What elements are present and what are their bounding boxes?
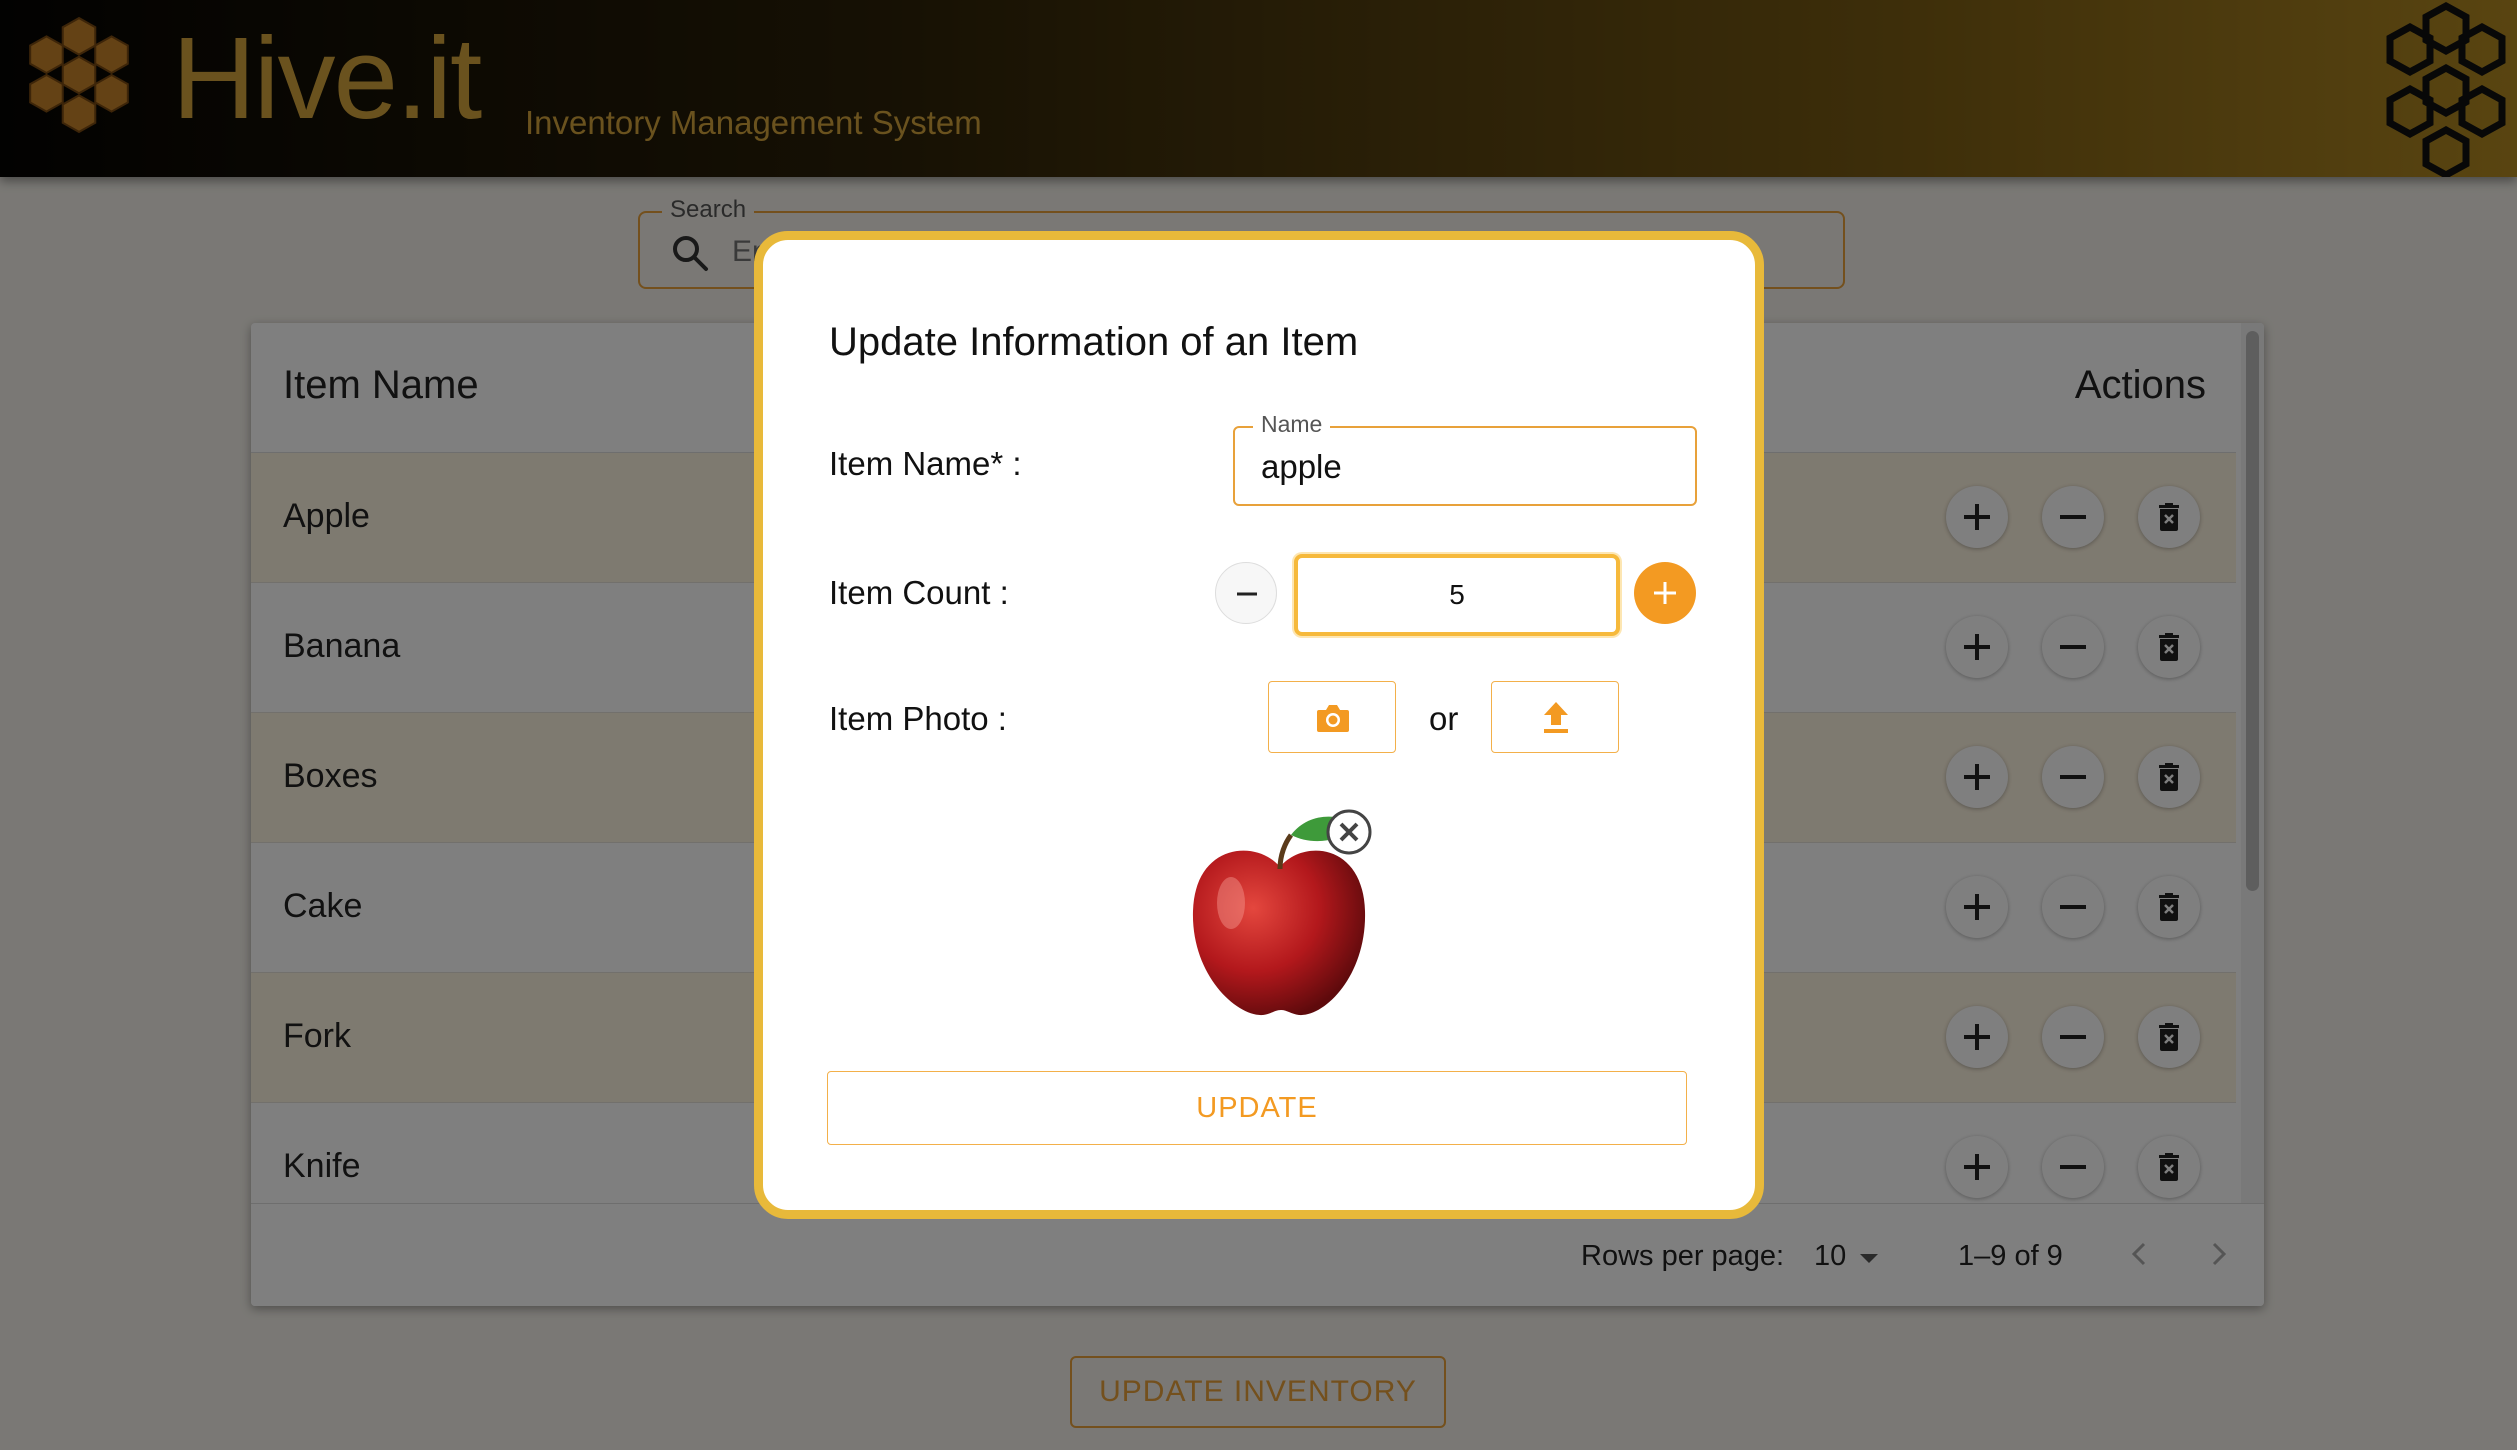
or-separator: or <box>1429 700 1459 737</box>
increment-count-button[interactable] <box>1634 562 1696 624</box>
dialog-title: Update Information of an Item <box>829 320 1359 364</box>
plus-icon <box>1654 582 1676 604</box>
camera-icon <box>1317 705 1349 732</box>
minus-icon <box>1237 592 1257 596</box>
update-button[interactable]: UPDATE <box>827 1071 1687 1145</box>
upload-photo-button[interactable] <box>1491 681 1619 753</box>
remove-photo-icon[interactable] <box>1323 806 1375 858</box>
item-photo-label: Item Photo : <box>829 700 1007 737</box>
update-item-dialog: Update Information of an Item Item Name*… <box>754 231 1764 1219</box>
name-input[interactable] <box>1259 444 1663 490</box>
item-count-label: Item Count : <box>829 574 1009 611</box>
take-photo-button[interactable] <box>1268 681 1396 753</box>
name-field[interactable]: Name <box>1233 411 1697 506</box>
upload-icon <box>1544 702 1568 733</box>
item-name-label: Item Name* : <box>829 445 1022 482</box>
count-input[interactable] <box>1294 554 1620 636</box>
decrement-count-button[interactable] <box>1215 562 1277 624</box>
name-field-label: Name <box>1253 411 1331 438</box>
